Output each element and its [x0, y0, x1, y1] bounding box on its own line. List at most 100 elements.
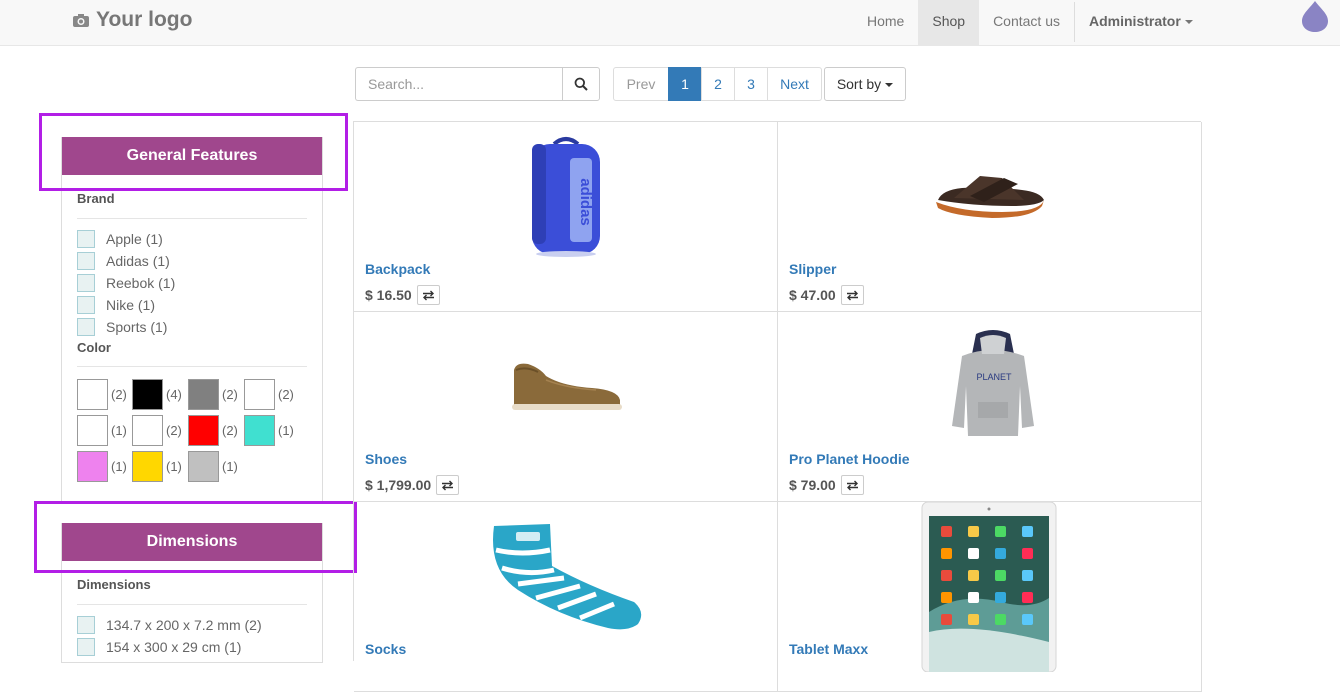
app-icon — [995, 592, 1006, 603]
compare-button[interactable] — [416, 285, 440, 305]
app-icon — [995, 570, 1006, 581]
product-name[interactable]: Pro Planet Hoodie — [789, 451, 910, 467]
main-nav: Home Shop Contact us Administrator — [853, 0, 1207, 45]
checkbox[interactable] — [77, 274, 95, 292]
dimension-filter[interactable]: 134.7 x 200 x 7.2 mm (2) — [77, 616, 262, 634]
slipper-image[interactable] — [932, 170, 1048, 220]
nav-shop[interactable]: Shop — [918, 0, 980, 45]
backpack-image[interactable]: adidas — [526, 136, 606, 258]
app-icon — [968, 526, 979, 537]
pager-next[interactable]: Next — [767, 67, 822, 101]
product-price: $ 1,799.00 — [365, 477, 432, 493]
checkbox[interactable] — [77, 252, 95, 270]
color-count: (2) — [222, 423, 238, 438]
dimension-option-label: 154 x 300 x 29 cm (1) — [106, 639, 242, 655]
app-icon — [941, 614, 952, 625]
product-price-row: $ 16.50 — [365, 285, 440, 305]
compare-button[interactable] — [840, 285, 864, 305]
search-input[interactable] — [355, 67, 562, 101]
sock-image[interactable] — [488, 520, 648, 632]
sort-by-dropdown[interactable]: Sort by — [824, 67, 906, 101]
search-form — [355, 67, 600, 101]
color-swatch[interactable] — [77, 451, 108, 482]
brand-option-label: Sports (1) — [106, 319, 168, 335]
color-count: (1) — [111, 423, 127, 438]
product-name[interactable]: Slipper — [789, 261, 836, 277]
search-button[interactable] — [562, 67, 600, 101]
top-navbar: Your logo Home Shop Contact us Administr… — [0, 0, 1340, 46]
product-card[interactable]: Slipper $ 47.00 — [778, 122, 1202, 312]
product-name[interactable]: Backpack — [365, 261, 430, 277]
dimensions-label: Dimensions — [77, 577, 151, 592]
app-icon — [968, 548, 979, 559]
dimension-option-label: 134.7 x 200 x 7.2 mm (2) — [106, 617, 262, 633]
product-card[interactable]: PLANET Pro Planet Hoodie $ 79.00 — [778, 312, 1202, 502]
nav-home[interactable]: Home — [853, 0, 918, 45]
app-icon — [968, 570, 979, 581]
color-swatch[interactable] — [244, 415, 275, 446]
color-swatch[interactable] — [244, 379, 275, 410]
pagination: Prev 1 2 3 Next — [613, 67, 822, 101]
product-price-row: $ 79.00 — [789, 475, 864, 495]
color-swatch[interactable] — [132, 415, 163, 446]
dimension-filter[interactable]: 154 x 300 x 29 cm (1) — [77, 638, 241, 656]
product-name[interactable]: Shoes — [365, 451, 407, 467]
checkbox[interactable] — [77, 616, 95, 634]
color-count: (2) — [278, 387, 294, 402]
highlight-box-dimensions — [34, 501, 357, 573]
search-icon — [574, 77, 588, 91]
brand-filter-apple[interactable]: Apple (1) — [77, 230, 163, 248]
checkbox[interactable] — [77, 318, 95, 336]
brand-option-label: Nike (1) — [106, 297, 156, 313]
brand-option-label: Apple (1) — [106, 231, 163, 247]
tablet-image[interactable] — [921, 502, 1057, 672]
user-menu-label: Administrator — [1089, 13, 1181, 29]
pager-prev[interactable]: Prev — [613, 67, 669, 101]
droplet-avatar-icon[interactable] — [1301, 0, 1329, 32]
compare-button[interactable] — [840, 475, 864, 495]
checkbox[interactable] — [77, 296, 95, 314]
site-logo[interactable]: Your logo — [72, 8, 192, 32]
color-swatch[interactable] — [188, 451, 219, 482]
color-count: (2) — [166, 423, 182, 438]
product-card[interactable]: Shoes $ 1,799.00 — [354, 312, 778, 502]
brand-filter-nike[interactable]: Nike (1) — [77, 296, 155, 314]
app-icon — [941, 548, 952, 559]
divider — [77, 366, 307, 367]
app-icon — [995, 548, 1006, 559]
hoodie-image[interactable]: PLANET — [948, 330, 1038, 442]
brand-option-label: Adidas (1) — [106, 253, 170, 269]
caret-down-icon — [885, 83, 894, 88]
color-swatch[interactable] — [188, 379, 219, 410]
app-icon — [941, 526, 952, 537]
product-price: $ 79.00 — [789, 477, 836, 493]
color-swatch[interactable] — [188, 415, 219, 446]
brand-option-label: Reebok (1) — [106, 275, 176, 291]
exchange-arrows-icon — [846, 480, 858, 490]
svg-text:adidas: adidas — [577, 178, 594, 226]
color-swatch[interactable] — [77, 415, 108, 446]
checkbox[interactable] — [77, 230, 95, 248]
color-swatch[interactable] — [132, 451, 163, 482]
nav-contact[interactable]: Contact us — [979, 0, 1074, 45]
color-swatch[interactable] — [77, 379, 108, 410]
product-card[interactable]: Socks — [354, 502, 778, 692]
user-menu[interactable]: Administrator — [1075, 0, 1207, 45]
product-price-row: $ 1,799.00 — [365, 475, 460, 495]
pager-page-1[interactable]: 1 — [668, 67, 702, 101]
pager-page-3[interactable]: 3 — [734, 67, 768, 101]
shoe-image[interactable] — [506, 358, 626, 414]
checkbox[interactable] — [77, 638, 95, 656]
product-card[interactable]: adidas Backpack $ 16.50 — [354, 122, 778, 312]
pager-page-2[interactable]: 2 — [701, 67, 735, 101]
brand-filter-adidas[interactable]: Adidas (1) — [77, 252, 170, 270]
brand-filter-sports[interactable]: Sports (1) — [77, 318, 167, 336]
product-card[interactable]: Tablet Maxx — [778, 502, 1202, 692]
brand-filter-reebok[interactable]: Reebok (1) — [77, 274, 175, 292]
color-swatch[interactable] — [132, 379, 163, 410]
compare-button[interactable] — [436, 475, 460, 495]
svg-text:PLANET: PLANET — [976, 372, 1012, 382]
exchange-arrows-icon — [422, 290, 434, 300]
app-icon — [1022, 570, 1033, 581]
exchange-arrows-icon — [846, 290, 858, 300]
